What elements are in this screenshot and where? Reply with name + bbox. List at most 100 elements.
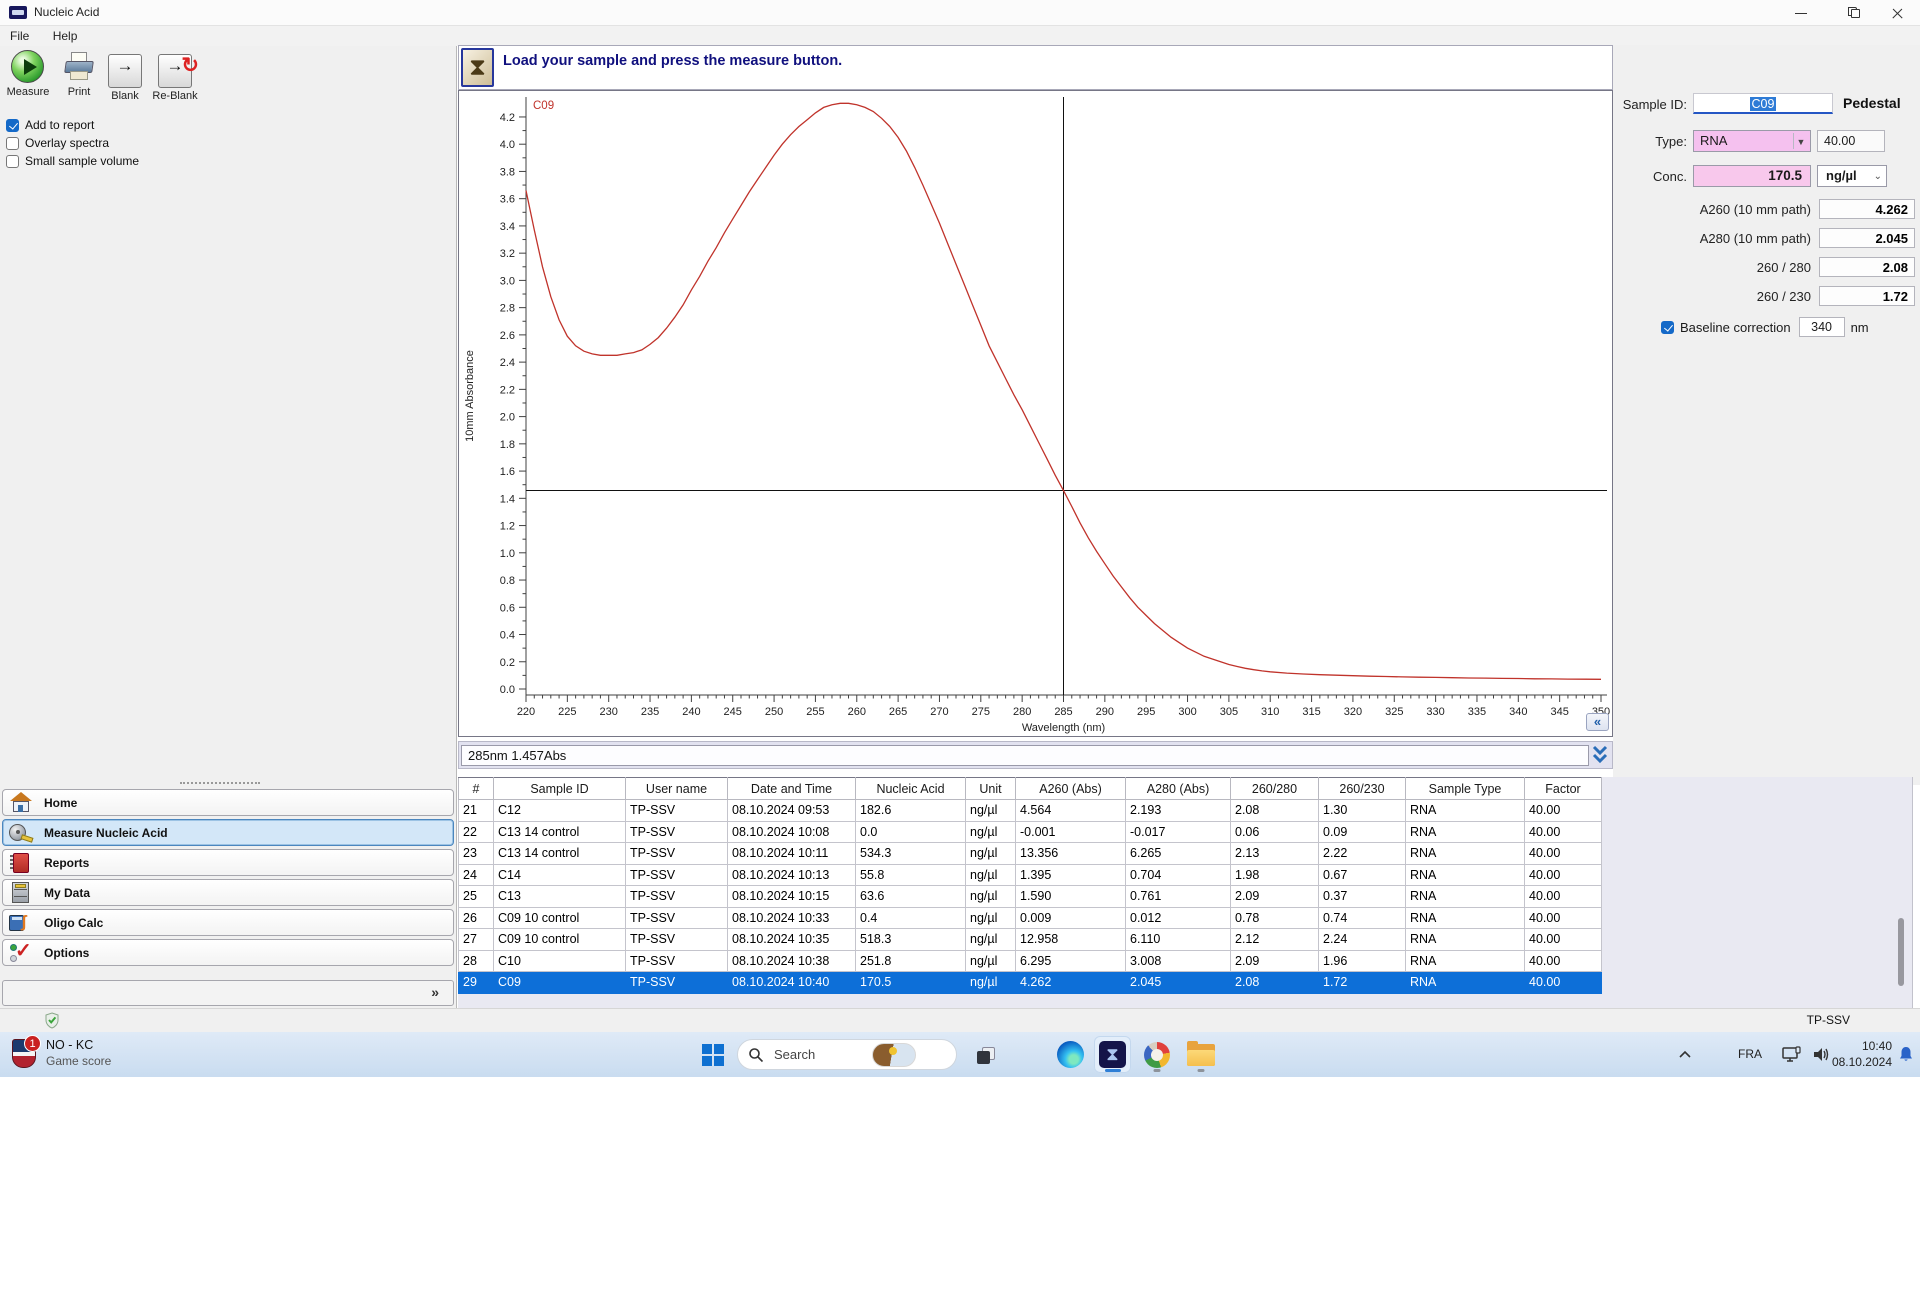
menu-help[interactable]: Help xyxy=(43,26,88,43)
table-row[interactable]: 29 C09 TP-SSV 08.10.2024 10:40 170.5 ng/µl 4.2… xyxy=(458,971,1602,994)
baseline-wavelength-input[interactable]: 340 xyxy=(1798,317,1845,337)
table-cell: TP-SSV xyxy=(625,906,728,929)
table-cell: 0.74 xyxy=(1318,906,1406,929)
type-factor-box[interactable]: 40.00 xyxy=(1817,130,1885,152)
menu-file[interactable]: File xyxy=(0,26,39,43)
absorbance-spectrum-chart[interactable]: 0.0 0.2 0.4 0.6 0.8 1.0 1.2 1.4 1.6 1.8 2.0 2.2 2.4 2… xyxy=(459,91,1612,736)
table-header-row: # Sample ID User name Date and Time Nucleic … xyxy=(458,777,1602,800)
chevron-up-icon[interactable] xyxy=(1678,1048,1692,1066)
clock[interactable]: 10:40 08.10.2024 xyxy=(1832,1038,1892,1070)
sidebar-nav: Home Measure Nucleic Acid Reports My Data ʃ O… xyxy=(2,789,454,969)
restore-button[interactable] xyxy=(1832,0,1878,26)
table-row[interactable]: 23 C13 14 control TP-SSV 08.10.2024 10:11 53… xyxy=(458,842,1602,865)
table-row[interactable]: 21 C12 TP-SSV 08.10.2024 09:53 182.6 ng/µl 4.5… xyxy=(458,799,1602,822)
column-header[interactable]: Nucleic Acid xyxy=(855,777,966,800)
nucleic-acid-app-icon[interactable]: ⧗ xyxy=(1094,1036,1131,1073)
sidebar-item-reports[interactable]: Reports xyxy=(2,849,454,876)
table-cell: 40.00 xyxy=(1524,885,1602,908)
baseline-correction-checkbox[interactable] xyxy=(1661,320,1674,334)
table-cell: 0.37 xyxy=(1318,885,1406,908)
sidebar-item-measure-nucleic-acid[interactable]: Measure Nucleic Acid xyxy=(2,819,454,846)
start-button[interactable] xyxy=(700,1042,726,1068)
reports-icon xyxy=(8,852,34,874)
paint-icon[interactable] xyxy=(1138,1036,1175,1073)
svg-text:3.2: 3.2 xyxy=(500,248,515,260)
small-sample-volume-checkbox[interactable] xyxy=(6,154,19,168)
measure-button[interactable]: Measure xyxy=(2,50,54,112)
minimize-button[interactable] xyxy=(1778,0,1824,26)
sidebar-collapse-bar[interactable]: » xyxy=(2,980,454,1006)
table-cell: C13 14 control xyxy=(493,842,626,865)
table-cell: 63.6 xyxy=(855,885,966,908)
checkbox-overlay-spectra[interactable]: Overlay spectra xyxy=(6,134,139,152)
ratio-260-230-value: 1.72 xyxy=(1819,286,1915,306)
table-row[interactable]: 27 C09 10 control TP-SSV 08.10.2024 10:35 51… xyxy=(458,928,1602,951)
overlay-spectra-checkbox[interactable] xyxy=(6,136,19,150)
chevron-down-icon: ▼ xyxy=(1793,133,1808,149)
sample-id-value: C09 xyxy=(1749,97,1777,111)
sample-id-input[interactable]: C09 xyxy=(1693,93,1833,114)
chevron-left-collapse-button[interactable]: « xyxy=(1586,713,1609,731)
table-cell: 2.12 xyxy=(1230,928,1319,951)
edge-browser-icon[interactable] xyxy=(1052,1036,1089,1073)
table-cell: 28 xyxy=(458,949,494,972)
table-cell: 4.564 xyxy=(1015,799,1126,822)
table-scrollbar-thumb[interactable] xyxy=(1898,918,1904,986)
column-header[interactable]: 260/280 xyxy=(1230,777,1319,800)
language-indicator[interactable]: FRA xyxy=(1738,1047,1762,1061)
unit-dropdown[interactable]: ng/µl ⌄ xyxy=(1817,165,1887,187)
table-row[interactable]: 28 C10 TP-SSV 08.10.2024 10:38 251.8 ng/µl 6.2… xyxy=(458,949,1602,972)
column-header[interactable]: # xyxy=(458,777,494,800)
widgets-button[interactable]: 1 NO - KC Game score xyxy=(12,1035,111,1068)
table-cell: 12.958 xyxy=(1015,928,1126,951)
task-view-icon[interactable] xyxy=(976,1045,998,1065)
column-header[interactable]: A260 (Abs) xyxy=(1015,777,1126,800)
table-cell: 534.3 xyxy=(855,842,966,865)
table-row[interactable]: 22 C13 14 control TP-SSV 08.10.2024 10:08 0.… xyxy=(458,820,1602,843)
column-header[interactable]: 260/230 xyxy=(1318,777,1406,800)
table-cell: RNA xyxy=(1405,949,1525,972)
volume-icon[interactable] xyxy=(1812,1046,1832,1068)
reblank-button[interactable]: → ↻ Re-Blank xyxy=(148,50,202,112)
checkbox-small-sample-volume[interactable]: Small sample volume xyxy=(6,152,139,170)
search-box[interactable]: Search xyxy=(737,1039,995,1070)
column-header[interactable]: Date and Time xyxy=(727,777,856,800)
table-row[interactable]: 26 C09 10 control TP-SSV 08.10.2024 10:33 0.… xyxy=(458,906,1602,929)
panel-splitter-handle[interactable] xyxy=(180,782,260,784)
sidebar-item-options[interactable]: ✓ Options xyxy=(2,939,454,966)
column-header[interactable]: Factor xyxy=(1524,777,1602,800)
table-cell: 13.356 xyxy=(1015,842,1126,865)
print-button[interactable]: Print xyxy=(56,50,102,112)
blank-button[interactable]: → Blank xyxy=(102,50,148,112)
table-row[interactable]: 25 C13 TP-SSV 08.10.2024 10:15 63.6 ng/µl 1.59… xyxy=(458,885,1602,908)
sidebar-item-oligo-calc[interactable]: ʃ Oligo Calc xyxy=(2,909,454,936)
network-icon[interactable] xyxy=(1782,1046,1802,1068)
table-cell: 08.10.2024 10:08 xyxy=(727,820,856,843)
table-cell: 2.13 xyxy=(1230,842,1319,865)
column-header[interactable]: Sample ID xyxy=(493,777,626,800)
table-row[interactable]: 24 C14 TP-SSV 08.10.2024 10:13 55.8 ng/µl 1.39… xyxy=(458,863,1602,886)
notification-bell-icon[interactable] xyxy=(1898,1046,1914,1068)
table-cell: 0.09 xyxy=(1318,820,1406,843)
chevron-double-down-icon[interactable] xyxy=(1590,743,1610,767)
add-to-report-checkbox[interactable] xyxy=(6,118,19,132)
search-daily-image[interactable] xyxy=(872,1043,916,1067)
sidebar-item-home[interactable]: Home xyxy=(2,789,454,816)
checkbox-add-to-report[interactable]: Add to report xyxy=(6,116,139,134)
tray-date: 08.10.2024 xyxy=(1831,1055,1892,1069)
svg-text:0.4: 0.4 xyxy=(500,630,515,642)
type-dropdown[interactable]: RNA ▼ xyxy=(1693,130,1811,152)
sidebar-item-my-data[interactable]: My Data xyxy=(2,879,454,906)
message-bar: ⧗ Load your sample and press the measure… xyxy=(458,45,1613,90)
table-cell: 6.295 xyxy=(1015,949,1126,972)
svg-text:4.2: 4.2 xyxy=(500,112,515,124)
chevron-right-icon[interactable]: » xyxy=(431,984,439,1000)
column-header[interactable]: Sample Type xyxy=(1405,777,1525,800)
search-icon xyxy=(748,1047,764,1068)
file-explorer-icon[interactable] xyxy=(1182,1036,1219,1073)
column-header[interactable]: User name xyxy=(625,777,728,800)
left-panel: Measure Print → Blank → ↻ Re-Blank Add to… xyxy=(0,46,457,1008)
column-header[interactable]: Unit xyxy=(965,777,1016,800)
column-header[interactable]: A280 (Abs) xyxy=(1125,777,1231,800)
close-button[interactable] xyxy=(1874,0,1920,26)
